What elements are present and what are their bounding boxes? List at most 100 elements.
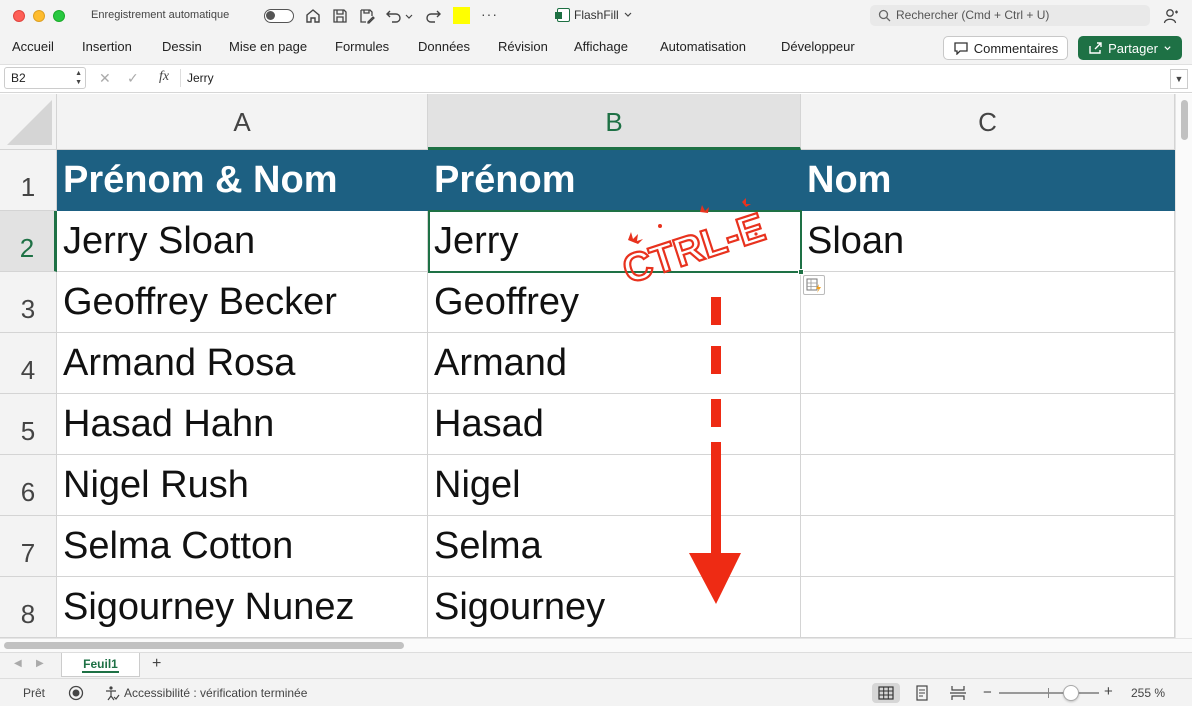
tab-donnees[interactable]: Données bbox=[418, 39, 470, 54]
horizontal-scrollbar[interactable] bbox=[0, 638, 1192, 652]
cell-a5[interactable]: Hasad Hahn bbox=[57, 394, 428, 455]
row-header-7[interactable]: 7 bbox=[0, 516, 57, 577]
cell-b4[interactable]: Armand bbox=[428, 333, 801, 394]
cell-a8[interactable]: Sigourney Nunez bbox=[57, 577, 428, 638]
cell-b7[interactable]: Selma bbox=[428, 516, 801, 577]
zoom-slider[interactable] bbox=[999, 692, 1099, 694]
name-box[interactable]: B2 ▲ ▼ bbox=[4, 67, 86, 89]
vertical-scroll-thumb[interactable] bbox=[1181, 100, 1188, 140]
select-all-button[interactable] bbox=[0, 94, 57, 150]
cell-b1[interactable]: Prénom bbox=[428, 150, 801, 211]
save-as-icon[interactable] bbox=[358, 7, 376, 25]
tab-affichage[interactable]: Affichage bbox=[574, 39, 628, 54]
cell-c8[interactable] bbox=[801, 577, 1175, 638]
row-header-8[interactable]: 8 bbox=[0, 577, 57, 638]
tab-formules[interactable]: Formules bbox=[335, 39, 389, 54]
add-sheet-button[interactable]: + bbox=[152, 655, 161, 673]
save-icon[interactable] bbox=[331, 7, 349, 25]
excel-file-icon bbox=[555, 8, 570, 22]
undo-dropdown-icon[interactable] bbox=[404, 7, 414, 25]
vertical-scrollbar[interactable] bbox=[1175, 94, 1192, 638]
row-header-3[interactable]: 3 bbox=[0, 272, 57, 333]
tab-dessin[interactable]: Dessin bbox=[162, 39, 202, 54]
confirm-icon[interactable]: ✓ bbox=[127, 70, 139, 87]
macro-record-icon[interactable] bbox=[68, 685, 84, 701]
row-header-1[interactable]: 1 bbox=[0, 150, 57, 211]
formula-bar: B2 ▲ ▼ ✕ ✓ fx Jerry ▼ bbox=[0, 65, 1192, 93]
horizontal-scroll-thumb[interactable] bbox=[4, 642, 404, 649]
zoom-in-button[interactable]: + bbox=[1104, 683, 1113, 700]
accessibility-status[interactable]: Accessibilité : vérification terminée bbox=[124, 686, 307, 700]
formula-divider bbox=[180, 69, 181, 87]
row-header-5[interactable]: 5 bbox=[0, 394, 57, 455]
cell-a3[interactable]: Geoffrey Becker bbox=[57, 272, 428, 333]
zoom-level[interactable]: 255 % bbox=[1131, 686, 1165, 700]
active-cell-outline bbox=[428, 210, 802, 273]
tab-insertion[interactable]: Insertion bbox=[82, 39, 132, 54]
zoom-window-button[interactable] bbox=[53, 10, 65, 22]
column-header-a[interactable]: A bbox=[57, 94, 428, 150]
cell-a2[interactable]: Jerry Sloan bbox=[57, 211, 428, 272]
cell-b8[interactable]: Sigourney bbox=[428, 577, 801, 638]
formula-input[interactable]: Jerry bbox=[187, 71, 214, 85]
title-bar: Enregistrement automatique ··· FlashFill… bbox=[0, 0, 1192, 32]
tab-mise-en-page[interactable]: Mise en page bbox=[229, 39, 307, 54]
expand-formula-bar-button[interactable]: ▼ bbox=[1170, 69, 1188, 89]
column-header-b[interactable]: B bbox=[428, 94, 801, 150]
document-title[interactable]: FlashFill bbox=[555, 8, 633, 22]
next-sheet-icon[interactable]: ▶ bbox=[36, 658, 44, 669]
row-header-2[interactable]: 2 bbox=[0, 211, 57, 272]
zoom-slider-thumb[interactable] bbox=[1063, 685, 1079, 701]
autosave-label: Enregistrement automatique bbox=[91, 9, 230, 21]
cell-a7[interactable]: Selma Cotton bbox=[57, 516, 428, 577]
minimize-window-button[interactable] bbox=[33, 10, 45, 22]
insert-function-button[interactable]: fx bbox=[159, 69, 169, 85]
cell-c1[interactable]: Nom bbox=[801, 150, 1175, 211]
row-header-4[interactable]: 4 bbox=[0, 333, 57, 394]
more-commands-icon[interactable]: ··· bbox=[481, 6, 498, 22]
cell-c5[interactable] bbox=[801, 394, 1175, 455]
search-box[interactable]: Rechercher (Cmd + Ctrl + U) bbox=[870, 5, 1150, 26]
undo-icon[interactable] bbox=[385, 7, 403, 25]
cell-b3[interactable]: Geoffrey bbox=[428, 272, 801, 333]
column-header-c[interactable]: C bbox=[801, 94, 1175, 150]
cell-c4[interactable] bbox=[801, 333, 1175, 394]
redo-icon[interactable] bbox=[424, 7, 442, 25]
share-button[interactable]: Partager bbox=[1078, 36, 1182, 60]
close-window-button[interactable] bbox=[13, 10, 25, 22]
tab-accueil[interactable]: Accueil bbox=[12, 39, 54, 54]
cell-c7[interactable] bbox=[801, 516, 1175, 577]
highlight-color-button[interactable] bbox=[453, 7, 470, 24]
flash-fill-options-button[interactable] bbox=[803, 275, 825, 295]
autosave-toggle[interactable] bbox=[264, 9, 294, 23]
row-header-6[interactable]: 6 bbox=[0, 455, 57, 516]
tab-developpeur[interactable]: Développeur bbox=[781, 39, 855, 54]
comments-button[interactable]: Commentaires bbox=[943, 36, 1068, 60]
cell-c6[interactable] bbox=[801, 455, 1175, 516]
fill-handle[interactable] bbox=[798, 269, 804, 275]
cell-b5[interactable]: Hasad bbox=[428, 394, 801, 455]
cancel-icon[interactable]: ✕ bbox=[99, 70, 111, 87]
sheet-tab-bar: ◀ ▶ Feuil1 + bbox=[0, 652, 1192, 678]
flash-fill-icon bbox=[806, 278, 821, 293]
cell-c2[interactable]: Sloan bbox=[801, 211, 1175, 272]
page-layout-view-button[interactable] bbox=[908, 683, 936, 703]
tab-automatisation[interactable]: Automatisation bbox=[660, 39, 746, 54]
account-icon[interactable] bbox=[1163, 7, 1181, 25]
accessibility-check-icon[interactable] bbox=[104, 685, 120, 701]
normal-view-button[interactable] bbox=[872, 683, 900, 703]
previous-sheet-icon[interactable]: ◀ bbox=[14, 658, 22, 669]
cell-a1[interactable]: Prénom & Nom bbox=[57, 150, 428, 211]
cell-b6[interactable]: Nigel bbox=[428, 455, 801, 516]
name-box-stepper-icon[interactable]: ▲ ▼ bbox=[75, 69, 82, 87]
search-icon bbox=[878, 9, 891, 22]
home-icon[interactable] bbox=[304, 7, 322, 25]
page-break-icon bbox=[950, 686, 966, 700]
tab-revision[interactable]: Révision bbox=[498, 39, 548, 54]
page-break-view-button[interactable] bbox=[944, 683, 972, 703]
cell-c3[interactable] bbox=[801, 272, 1175, 333]
cell-a6[interactable]: Nigel Rush bbox=[57, 455, 428, 516]
cell-a4[interactable]: Armand Rosa bbox=[57, 333, 428, 394]
sheet-tab-feuil1[interactable]: Feuil1 bbox=[61, 653, 140, 677]
zoom-out-button[interactable]: − bbox=[983, 684, 992, 701]
